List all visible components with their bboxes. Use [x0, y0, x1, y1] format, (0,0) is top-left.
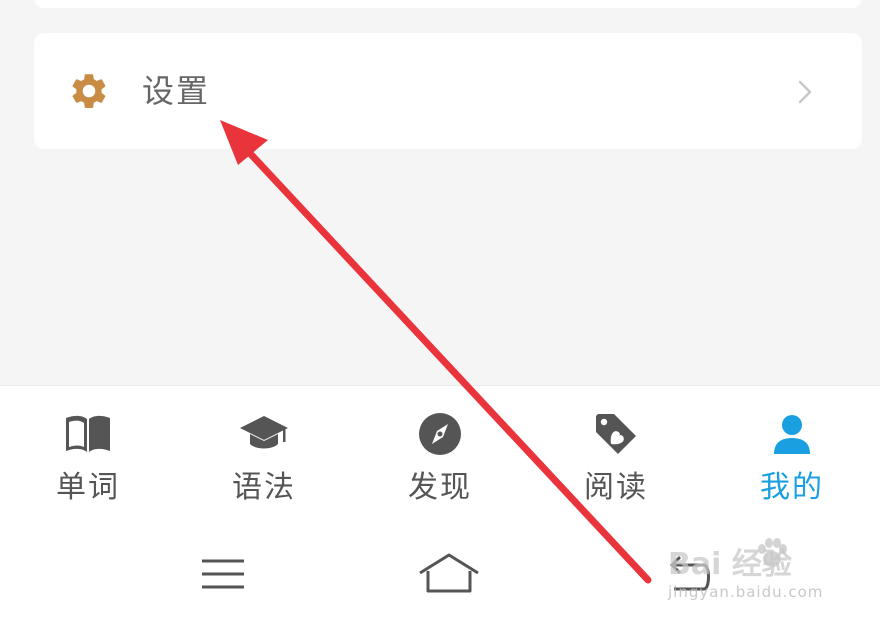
compass-icon: [419, 413, 461, 455]
tab-grammar[interactable]: 语法: [176, 386, 352, 526]
tab-label: 发现: [408, 470, 472, 505]
tab-discover[interactable]: 发现: [352, 386, 528, 526]
user-icon: [774, 415, 810, 454]
gear-icon: [72, 74, 106, 108]
tab-label: 语法: [232, 470, 296, 505]
book-icon: [66, 415, 110, 452]
watermark-url: jingyan.baidu.com: [668, 583, 824, 601]
settings-label: 设置: [142, 72, 211, 110]
home-icon[interactable]: [414, 545, 484, 601]
tab-label: 单词: [56, 470, 120, 505]
paw-icon: [758, 538, 787, 567]
bottom-tab-bar: 单词 语法 发现 阅读 我的: [0, 385, 880, 526]
graduation-cap-icon: [240, 416, 288, 449]
chevron-right-icon: [798, 80, 812, 104]
tab-reading[interactable]: 阅读: [528, 386, 704, 526]
tab-mine[interactable]: 我的: [704, 386, 880, 526]
previous-list-card: [34, 0, 862, 8]
tab-label: 我的: [760, 470, 824, 505]
baidu-jingyan-watermark: Bai 经验 jingyan.baidu.com: [668, 535, 868, 615]
menu-icon[interactable]: [188, 545, 258, 601]
settings-row[interactable]: 设置: [34, 33, 862, 149]
tab-label: 阅读: [584, 470, 648, 505]
tag-heart-icon: [596, 414, 636, 454]
tab-words[interactable]: 单词: [0, 386, 176, 526]
